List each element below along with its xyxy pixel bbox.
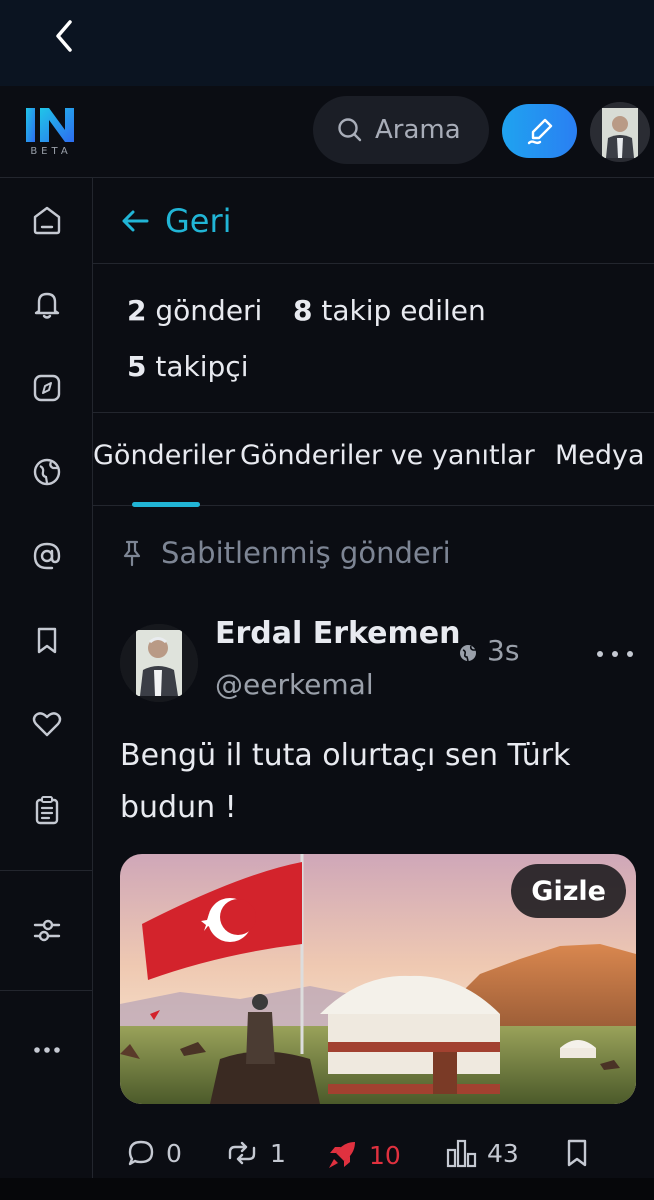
back-button[interactable]: Geri	[93, 178, 654, 264]
more-icon	[33, 1047, 60, 1053]
stats-icon	[446, 1139, 477, 1168]
rocket-icon	[329, 1142, 355, 1168]
boost-count: 1	[270, 1138, 286, 1168]
tab-media[interactable]: Medya	[555, 440, 645, 471]
followers-count[interactable]: 5 takipçi	[127, 350, 248, 383]
bottom-edge	[0, 1178, 654, 1200]
settings-icon	[33, 919, 60, 942]
pin-icon	[123, 540, 141, 567]
profile-tabs: Gönderiler Gönderiler ve yanıtlar Medya	[93, 414, 654, 507]
reply-icon	[128, 1140, 154, 1166]
reply-count: 0	[166, 1138, 182, 1168]
following-count[interactable]: 8 takip edilen	[293, 294, 486, 327]
beta-label: BETA	[30, 146, 72, 157]
back-label: Geri	[165, 201, 232, 240]
list-icon	[35, 796, 58, 825]
sidebar-item-preferences[interactable]	[0, 900, 93, 960]
sidebar-item-favourites[interactable]	[0, 694, 93, 754]
stats-button[interactable]: 43	[445, 1138, 519, 1168]
sidebar-item-notifications[interactable]	[0, 274, 93, 334]
avatar[interactable]	[590, 102, 650, 162]
arrow-left-icon	[122, 210, 149, 231]
sidebar-item-more[interactable]	[0, 1020, 93, 1080]
bookmark-icon	[567, 1139, 587, 1167]
posts-count[interactable]: 2 gönderi	[127, 294, 262, 327]
search-icon	[338, 118, 362, 142]
post-author-avatar[interactable]	[120, 624, 198, 702]
profile-stats: 2 gönderi 8 takip edilen 5 takipçi	[93, 265, 654, 413]
globe-icon	[33, 458, 60, 486]
post-media-image[interactable]: Gizle	[120, 854, 636, 1104]
search-input[interactable]: Arama	[313, 96, 489, 164]
globe-small-icon	[458, 643, 478, 667]
sidebar-item-lists[interactable]	[0, 780, 93, 840]
main-column: Geri 2 gönderi 8 takip edilen 5 takipçi …	[93, 178, 654, 1178]
react-button[interactable]: 10	[325, 1138, 401, 1172]
app-header: BETA Arama	[0, 86, 654, 178]
explore-icon	[33, 374, 60, 402]
boost-icon	[228, 1141, 256, 1165]
sidebar-item-federated[interactable]	[0, 442, 93, 502]
bell-icon	[34, 292, 59, 319]
sidebar-item-mentions[interactable]	[0, 526, 93, 586]
sidebar-item-home[interactable]	[0, 190, 93, 250]
post-author-name[interactable]: Erdal Erkemen	[215, 616, 460, 651]
tab-posts[interactable]: Gönderiler	[93, 440, 235, 471]
active-tab-indicator	[132, 502, 200, 507]
post-actions: 0 1 10 43	[93, 1132, 654, 1182]
at-icon	[33, 542, 60, 570]
reaction-count: 10	[369, 1140, 401, 1170]
top-bar	[0, 0, 654, 86]
app-logo[interactable]: BETA	[22, 106, 80, 162]
post-more-button[interactable]	[597, 646, 633, 662]
bookmark-icon	[37, 627, 56, 654]
chevron-left-icon[interactable]	[44, 14, 84, 58]
compose-button[interactable]	[502, 104, 577, 158]
sidebar-divider	[0, 990, 93, 991]
home-icon	[33, 206, 60, 235]
compose-icon	[527, 118, 552, 145]
post-content: Bengü il tuta olurtaçı sen Türk budun !	[120, 738, 571, 825]
heart-icon	[32, 712, 61, 737]
reply-button[interactable]: 0	[126, 1138, 182, 1168]
hide-media-button[interactable]: Gizle	[511, 864, 626, 918]
tab-posts-and-replies[interactable]: Gönderiler ve yanıtlar	[240, 440, 535, 471]
sidebar-item-bookmarks[interactable]	[0, 610, 93, 670]
sidebar-divider	[0, 870, 93, 871]
post-author-handle[interactable]: @eerkemal	[215, 668, 374, 701]
post-timestamp[interactable]: 3s	[487, 634, 519, 667]
boost-button[interactable]: 1	[224, 1138, 286, 1168]
search-placeholder: Arama	[375, 115, 461, 145]
sidebar	[0, 178, 93, 1178]
view-count: 43	[487, 1138, 519, 1168]
pinned-post-label: Sabitlenmiş gönderi	[121, 536, 451, 570]
bookmark-post-button[interactable]	[564, 1138, 590, 1168]
sidebar-item-explore[interactable]	[0, 358, 93, 418]
